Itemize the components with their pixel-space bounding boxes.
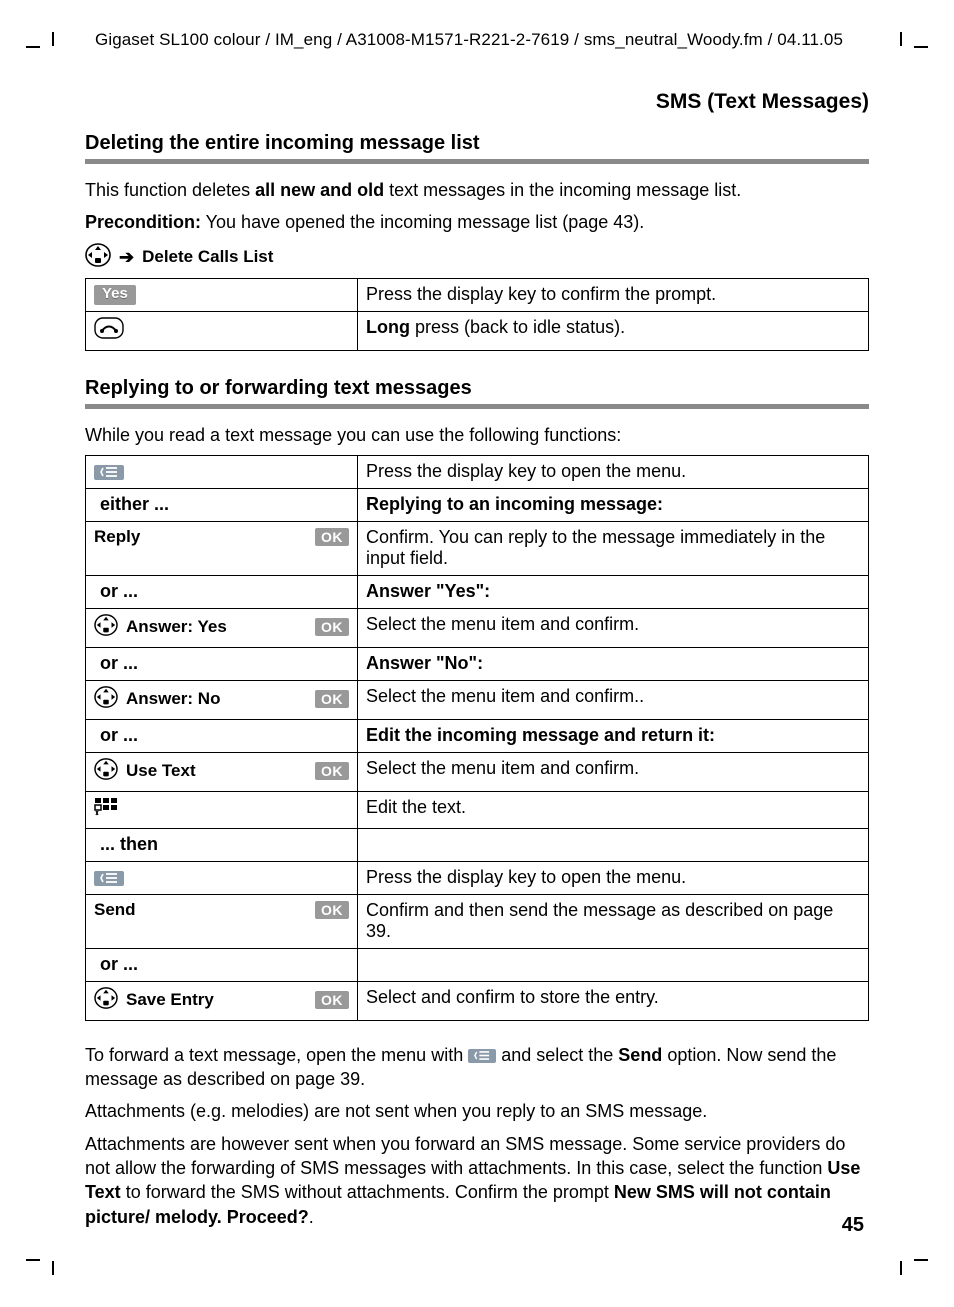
menu-softkey-icon (468, 1049, 496, 1063)
doc-header: Gigaset SL100 colour / IM_eng / A31008-M… (85, 30, 869, 50)
delete-steps-table: Yes Press the display key to confirm the… (85, 278, 869, 351)
navkey-icon (94, 758, 118, 785)
table-row: Press the display key to open the menu. (86, 861, 869, 894)
step-heading: Answer "Yes": (366, 581, 490, 601)
attachment-note-1: Attachments (e.g. melodies) are not sent… (85, 1099, 869, 1123)
step-desc: Confirm. You can reply to the message im… (358, 521, 869, 575)
menu-item-label: Send (94, 900, 136, 920)
step-desc: Select and confirm to store the entry. (358, 981, 869, 1020)
text-bold: Send (618, 1045, 662, 1065)
table-row: Edit the text. (86, 791, 869, 828)
navkey-icon (94, 614, 118, 641)
delete-intro: This function deletes all new and old te… (85, 178, 869, 202)
table-row: or ... Answer "No": (86, 647, 869, 680)
table-row: or ... (86, 948, 869, 981)
step-desc: Press the display key to open the menu. (358, 861, 869, 894)
table-row: or ... Answer "Yes": (86, 575, 869, 608)
reply-intro: While you read a text message you can us… (85, 423, 869, 447)
text: To forward a text message, open the menu… (85, 1045, 468, 1065)
nav-path: ➔ Delete Calls List (85, 243, 869, 272)
or-label: or ... (94, 581, 138, 601)
precondition-text: You have opened the incoming message lis… (201, 212, 644, 232)
text: This function deletes (85, 180, 255, 200)
menu-softkey-icon (94, 871, 124, 886)
table-row: Use Text OK Select the menu item and con… (86, 752, 869, 791)
rule (85, 404, 869, 409)
rule (85, 159, 869, 164)
precondition: Precondition: You have opened the incomi… (85, 210, 869, 234)
arrow-icon: ➔ (119, 247, 134, 268)
text: press (back to idle status). (410, 317, 625, 337)
text: text messages in the incoming message li… (384, 180, 741, 200)
step-desc: Select the menu item and confirm. (358, 752, 869, 791)
crop-mark (34, 1249, 56, 1271)
text-bold: all new and old (255, 180, 384, 200)
ok-softkey: OK (315, 901, 349, 919)
menu-item-label: Answer: No (126, 689, 220, 709)
navkey-icon (85, 243, 111, 272)
text: . (309, 1207, 314, 1227)
menu-softkey-icon (94, 465, 124, 480)
ok-softkey: OK (315, 690, 349, 708)
forward-paragraph: To forward a text message, open the menu… (85, 1043, 869, 1092)
precondition-label: Precondition: (85, 212, 201, 232)
step-desc: Press the display key to confirm the pro… (358, 278, 869, 311)
text: to forward the SMS without attachments. … (121, 1182, 614, 1202)
menu-item-label: Save Entry (126, 990, 214, 1010)
heading-delete: Deleting the entire incoming message lis… (85, 132, 869, 155)
step-heading: Edit the incoming message and return it: (366, 725, 715, 745)
table-row: Yes Press the display key to confirm the… (86, 278, 869, 311)
table-row: Send OK Confirm and then send the messag… (86, 894, 869, 948)
ok-softkey: OK (315, 528, 349, 546)
then-label: ... then (94, 834, 158, 854)
step-heading: Replying to an incoming message: (366, 494, 663, 514)
page-number: 45 (842, 1214, 864, 1237)
step-desc: Select the menu item and confirm.. (358, 680, 869, 719)
step-desc: Select the menu item and confirm. (358, 608, 869, 647)
table-row: ... then (86, 828, 869, 861)
menu-item-label: Answer: Yes (126, 617, 227, 637)
table-row: Save Entry OK Select and confirm to stor… (86, 981, 869, 1020)
hangup-key-icon (94, 317, 124, 344)
attachment-note-2: Attachments are however sent when you fo… (85, 1132, 869, 1229)
crop-mark (898, 36, 920, 58)
section-title: SMS (Text Messages) (85, 90, 869, 114)
table-row: Reply OK Confirm. You can reply to the m… (86, 521, 869, 575)
crop-mark (34, 36, 56, 58)
step-desc: Edit the text. (358, 791, 869, 828)
text-bold: Long (366, 317, 410, 337)
heading-reply: Replying to or forwarding text messages (85, 377, 869, 400)
navkey-icon (94, 686, 118, 713)
table-row: Answer: No OK Select the menu item and c… (86, 680, 869, 719)
table-row: Answer: Yes OK Select the menu item and … (86, 608, 869, 647)
ok-softkey: OK (315, 618, 349, 636)
table-row: Long press (back to idle status). (86, 311, 869, 350)
reply-steps-table: Press the display key to open the menu. … (85, 455, 869, 1021)
crop-mark (898, 1249, 920, 1271)
step-desc: Press the display key to open the menu. (358, 455, 869, 488)
text: Attachments are however sent when you fo… (85, 1134, 845, 1178)
or-label: or ... (94, 725, 138, 745)
table-row: either ... Replying to an incoming messa… (86, 488, 869, 521)
table-row: Press the display key to open the menu. (86, 455, 869, 488)
ok-softkey: OK (315, 762, 349, 780)
either-label: either ... (94, 494, 169, 514)
table-row: or ... Edit the incoming message and ret… (86, 719, 869, 752)
text: and select the (496, 1045, 618, 1065)
keypad-icon (94, 797, 118, 822)
menu-item-label: Use Text (126, 761, 196, 781)
step-heading: Answer "No": (366, 653, 483, 673)
menu-item-label: Reply (94, 527, 140, 547)
ok-softkey: OK (315, 991, 349, 1009)
or-label: or ... (94, 954, 138, 974)
yes-softkey: Yes (94, 285, 136, 305)
navkey-icon (94, 987, 118, 1014)
or-label: or ... (94, 653, 138, 673)
step-desc: Long press (back to idle status). (358, 311, 869, 350)
step-desc: Confirm and then send the message as des… (358, 894, 869, 948)
nav-label: Delete Calls List (142, 247, 273, 267)
